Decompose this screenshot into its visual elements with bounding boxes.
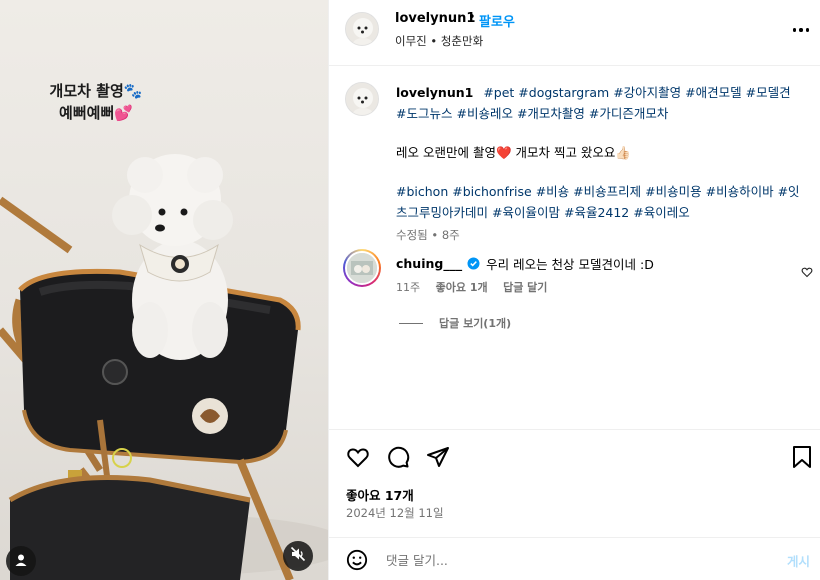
comment-meta: 11주 좋아요 1개 답글 달기 [396,279,559,295]
reply-button[interactable]: 답글 달기 [503,281,547,294]
hashtag[interactable]: #비숑레오 [456,106,512,121]
hashtag[interactable]: #pet [483,85,514,100]
user-icon [14,552,28,571]
speaker-muted-icon [290,546,306,566]
comment-line: chuing___ 우리 레오는 천상 모델견이네 :D [396,254,654,273]
caption-meta: 수정됨 • 8주 [396,228,460,242]
comment-text: 우리 레오는 천상 모델견이네 :D [486,257,654,272]
hashtag[interactable]: #비숑 [536,184,569,199]
verified-badge-icon [467,257,480,270]
hashtag[interactable]: #도그뉴스 [396,106,452,121]
post-actions: 좋아요 17개 2024년 12월 11일 [329,429,820,529]
caption-avatar[interactable] [345,82,379,116]
hashtag[interactable]: #육이율이맘 [492,205,560,220]
comment-like-button[interactable] [801,263,813,282]
hashtag[interactable]: #강아지촬영 [613,85,681,100]
audio-track-link[interactable]: 이무진 • 청춘만화 [395,33,483,49]
caption-username[interactable]: lovelynun1 [396,85,473,100]
post-details-panel: lovelynun1 • 팔로우 이무진 • 청춘만화 lovelynun1 #… [328,0,820,580]
commenter-username[interactable]: chuing___ [396,256,462,271]
hashtag[interactable]: #비숑프리제 [573,184,641,199]
follow-button[interactable]: 팔로우 [479,11,515,30]
emoji-picker-button[interactable] [345,548,369,572]
hashtag[interactable]: #육율2412 [564,205,629,220]
separator-dot: • [468,10,476,25]
share-button[interactable] [425,444,451,470]
view-replies-button[interactable]: 답글 보기(1개) [399,315,511,331]
heart-icon [347,448,369,468]
hashtag[interactable]: #모델견 [746,85,791,100]
author-avatar[interactable] [345,12,379,46]
author-username[interactable]: lovelynun1 [395,11,475,26]
commenter-avatar[interactable] [343,249,381,287]
like-count[interactable]: 좋아요 17개 [346,485,414,504]
emoji-icon [346,549,368,571]
overlay-line-2: 예뻐예뻐💕 [59,104,133,122]
view-replies-label: 답글 보기(1개) [439,317,512,330]
share-icon [427,447,449,467]
hashtag[interactable]: #bichon [396,184,448,199]
comment-likes[interactable]: 좋아요 1개 [436,281,488,294]
comment-input[interactable] [386,549,766,571]
comment-age: 11주 [396,281,421,294]
more-options-icon [792,28,810,32]
post-media[interactable]: 개모차 촬영🐾 예뻐예뻐💕 [0,0,328,580]
hashtag[interactable]: #bichonfrise [452,184,531,199]
caption-message: 레오 오랜만에 촬영❤️ 개모차 찍고 왔오요👍🏻 [396,145,631,160]
like-button[interactable] [345,444,371,470]
overlay-caption: 개모차 촬영🐾 예뻐예뻐💕 [36,80,156,124]
comment-item: chuing___ 우리 레오는 천상 모델견이네 :D 11주 좋아요 1개 … [329,244,820,314]
overlay-line-1: 개모차 촬영🐾 [49,82,143,100]
more-options-button[interactable] [789,20,813,40]
post-date[interactable]: 2024년 12월 11일 [346,505,444,521]
hashtag[interactable]: #가디즌개모차 [589,106,668,121]
caption-text: lovelynun1 #pet #dogstargram #강아지촬영 #애견모… [396,82,801,246]
post-header: lovelynun1 • 팔로우 이무진 • 청춘만화 [329,0,820,66]
hashtag[interactable]: #육이레오 [633,205,689,220]
add-comment-bar: 게시 [329,537,820,580]
hashtag[interactable]: #비숑미용 [645,184,701,199]
mute-toggle-button[interactable] [283,541,313,571]
caption-hashtags: #bichon #bichonfrise #비숑 #비숑프리제 #비숑미용 #비… [396,181,801,223]
comment-icon [388,446,410,468]
hashtag[interactable]: #비숑하이바 [706,184,774,199]
heart-icon [801,267,813,278]
caption-first-paragraph: lovelynun1 #pet #dogstargram #강아지촬영 #애견모… [396,82,801,124]
comment-button[interactable] [385,444,411,470]
hashtag[interactable]: #개모차촬영 [517,106,585,121]
tagged-users-button[interactable] [6,546,36,576]
hashtag[interactable]: #애견모델 [685,85,741,100]
bookmark-icon [793,446,811,468]
hashtag[interactable]: #dogstargram [518,85,609,100]
post-comment-button[interactable]: 게시 [787,551,810,570]
save-button[interactable] [789,444,815,470]
